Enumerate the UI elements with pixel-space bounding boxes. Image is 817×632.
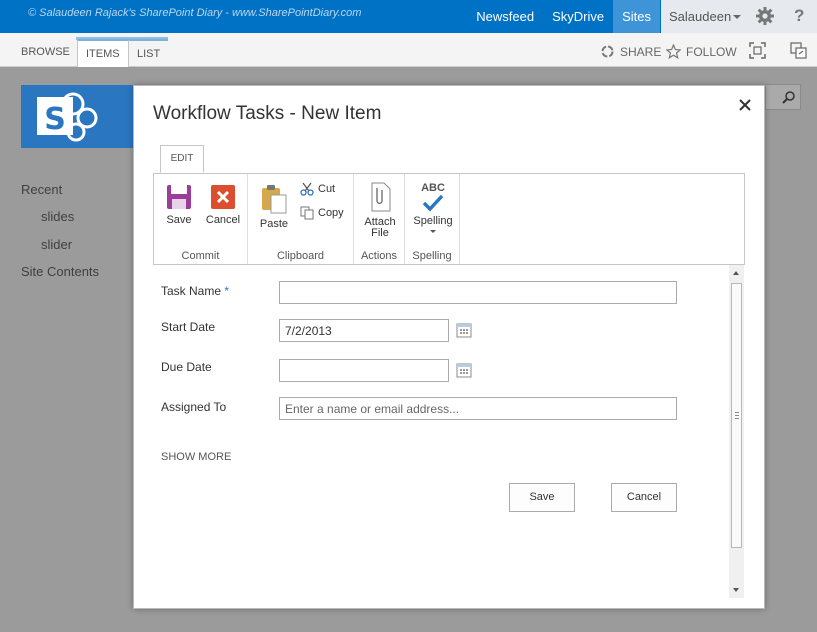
ribbon-save-button[interactable]: Save [162, 184, 196, 226]
grip-icon [735, 412, 739, 419]
cut-label: Cut [318, 183, 336, 195]
ribbon-paste-button[interactable]: Paste [258, 184, 290, 230]
assigned-to-input[interactable]: Enter a name or email address... [279, 397, 677, 420]
ql-slides[interactable]: slides [41, 209, 74, 224]
ribbon-group-clipboard: Paste Cut Copy Clipboard [248, 174, 354, 264]
help-icon[interactable]: ? [794, 6, 804, 26]
cancel-icon [211, 185, 235, 209]
copy-icon [300, 206, 314, 220]
chevron-down-icon[interactable] [733, 15, 741, 19]
calendar-icon[interactable] [456, 362, 472, 378]
spelling-label: Spelling [413, 215, 453, 227]
cancel-label: Cancel [205, 214, 241, 226]
task-name-label-text: Task Name [161, 284, 222, 298]
ribbon-group-spelling: ABC Spelling Spelling [405, 174, 460, 264]
start-date-input[interactable]: 7/2/2013 [279, 319, 449, 342]
scroll-up-icon[interactable] [733, 271, 739, 275]
paste-icon [262, 185, 287, 214]
tab-edit[interactable]: EDIT [160, 145, 204, 173]
ribbon-tab-bar: BROWSE ITEMS LIST SHARE FOLLOW [0, 33, 817, 67]
tab-list[interactable]: LIST [129, 39, 169, 67]
tab-browse[interactable]: BROWSE [13, 39, 78, 67]
ribbon-cut-button[interactable]: Cut [300, 182, 335, 196]
site-logo: S [21, 85, 133, 148]
watermark-text: © Salaudeen Rajack's SharePoint Diary - … [28, 7, 362, 19]
commit-group-label: Commit [181, 250, 220, 262]
ribbon-group-actions: Attach File Actions [354, 174, 405, 264]
share-button[interactable]: SHARE [600, 44, 661, 59]
focus-on-content-icon[interactable] [749, 42, 766, 59]
nav-skydrive[interactable]: SkyDrive [543, 0, 613, 33]
clipboard-group-label: Clipboard [276, 250, 325, 262]
checkmark-icon [422, 194, 444, 212]
form-scrollbar[interactable] [729, 265, 744, 598]
nav-newsfeed[interactable]: Newsfeed [467, 0, 543, 33]
save-button[interactable]: Save [509, 483, 575, 512]
dialog-title: Workflow Tasks - New Item [153, 103, 382, 124]
spelling-group-label: Spelling [412, 250, 452, 262]
search-box[interactable] [765, 84, 801, 110]
scroll-down-icon[interactable] [733, 588, 739, 592]
actions-group-label: Actions [360, 250, 398, 262]
attach-icon [371, 182, 391, 212]
popout-icon[interactable] [790, 42, 807, 59]
start-date-label: Start Date [161, 320, 216, 334]
nav-sites[interactable]: Sites [613, 0, 660, 33]
copy-label: Copy [318, 207, 344, 219]
assigned-to-label: Assigned To [161, 400, 227, 414]
attach-label-line2: File [371, 227, 389, 239]
ribbon-spelling-button[interactable]: ABC Spelling [411, 182, 455, 233]
dialog-ribbon: Save Cancel Commit Paste Cut Copy Clipbo… [153, 173, 745, 265]
share-label: SHARE [620, 44, 662, 59]
suite-bar: © Salaudeen Rajack's SharePoint Diary - … [0, 0, 817, 33]
paste-label: Paste [259, 218, 289, 230]
share-icon [601, 45, 614, 58]
new-item-dialog: Workflow Tasks - New Item EDIT Save Canc… [133, 85, 765, 609]
task-name-label: Task Name * [161, 284, 229, 298]
user-menu[interactable]: Salaudeen ? [661, 0, 817, 33]
ribbon-cancel-button[interactable]: Cancel [204, 184, 242, 226]
ribbon-attach-file-button[interactable]: Attach File [360, 182, 400, 239]
ribbon-copy-button[interactable]: Copy [300, 206, 344, 220]
svg-text:S: S [44, 102, 66, 137]
scrollbar-thumb[interactable] [731, 283, 742, 548]
user-name[interactable]: Salaudeen [669, 9, 731, 24]
task-name-input[interactable] [279, 281, 677, 304]
show-more-link[interactable]: SHOW MORE [161, 451, 231, 463]
due-date-input[interactable] [279, 359, 449, 382]
suite-nav: Newsfeed SkyDrive Sites [467, 0, 660, 33]
follow-label: FOLLOW [686, 44, 737, 59]
star-icon [666, 44, 681, 59]
gear-icon[interactable] [755, 6, 775, 26]
ribbon-group-commit: Save Cancel Commit [154, 174, 248, 264]
save-icon [167, 185, 191, 209]
ql-slider[interactable]: slider [41, 237, 72, 252]
due-date-label: Due Date [161, 360, 212, 374]
new-item-form: Task Name * Start Date 7/2/2013 Due Date… [153, 265, 745, 600]
close-icon[interactable] [738, 98, 752, 112]
cancel-button[interactable]: Cancel [611, 483, 677, 512]
ql-site-contents[interactable]: Site Contents [21, 264, 99, 279]
ql-recent[interactable]: Recent [21, 182, 62, 197]
tab-items[interactable]: ITEMS [77, 39, 129, 67]
sharepoint-logo-icon: S [37, 92, 98, 142]
save-label: Save [166, 214, 192, 226]
abc-text: ABC [421, 182, 445, 194]
calendar-icon[interactable] [456, 322, 472, 338]
required-marker: * [224, 284, 230, 298]
search-icon[interactable] [782, 90, 796, 104]
follow-button[interactable]: FOLLOW [666, 44, 737, 59]
chevron-down-icon [430, 230, 436, 233]
scissors-icon [300, 182, 314, 196]
